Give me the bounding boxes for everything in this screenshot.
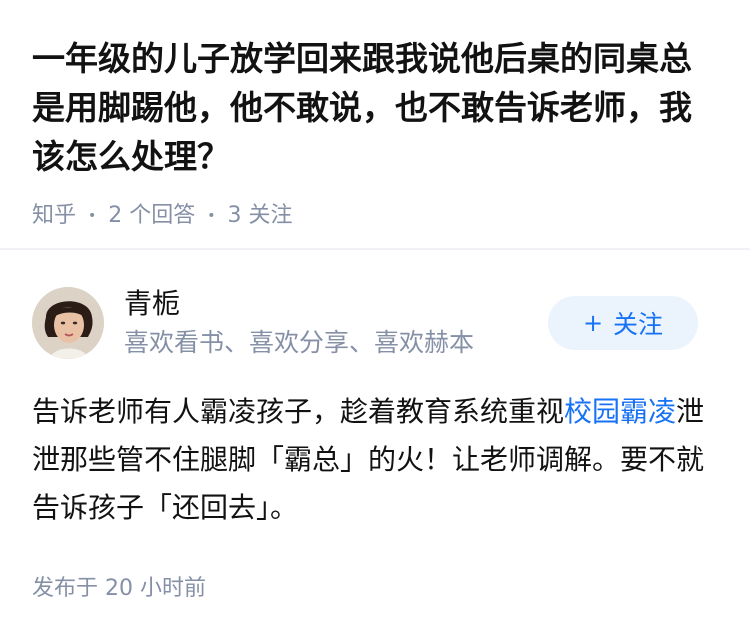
follow-button-label: 关注 <box>613 310 664 339</box>
question-meta: 知乎 • 2 个回答 • 3 关注 <box>32 201 718 231</box>
answer-card: 青栀 喜欢看书、喜欢分享、喜欢赫本 + 关注 告诉老师有人霸凌孩子，趁着教育系统… <box>0 286 750 604</box>
source-label[interactable]: 知乎 <box>32 201 76 231</box>
author-row: 青栀 喜欢看书、喜欢分享、喜欢赫本 + 关注 <box>32 286 718 360</box>
meta-separator: • <box>207 208 216 224</box>
question-title[interactable]: 一年级的儿子放学回来跟我说他后桌的同桌总是用脚踢他，他不敢说，也不敢告诉老师，我… <box>32 34 718 181</box>
author-name[interactable]: 青栀 <box>124 286 548 322</box>
follower-count: 3 关注 <box>227 203 293 228</box>
publish-time: 发布于 20 小时前 <box>32 576 206 601</box>
meta-separator: • <box>88 208 97 224</box>
plus-icon: + <box>582 309 604 337</box>
question-header: 一年级的儿子放学回来跟我说他后桌的同桌总是用脚踢他，他不敢说，也不敢告诉老师，我… <box>0 0 750 228</box>
author-bio: 喜欢看书、喜欢分享、喜欢赫本 <box>124 328 475 357</box>
author-info: 青栀 喜欢看书、喜欢分享、喜欢赫本 <box>124 286 548 360</box>
answer-content: 告诉老师有人霸凌孩子，趁着教育系统重视校园霸凌泄泄那些管不住腿脚「霸总」的火！让… <box>32 388 712 532</box>
section-divider <box>0 248 750 250</box>
avatar[interactable] <box>32 287 104 359</box>
answer-text-part1: 告诉老师有人霸凌孩子，趁着教育系统重视 <box>32 395 565 428</box>
answer-count[interactable]: 2 个回答 <box>108 201 195 231</box>
follow-button[interactable]: + 关注 <box>548 296 698 350</box>
topic-link[interactable]: 校园霸凌 <box>564 395 676 428</box>
avatar-portrait-icon <box>32 287 104 359</box>
